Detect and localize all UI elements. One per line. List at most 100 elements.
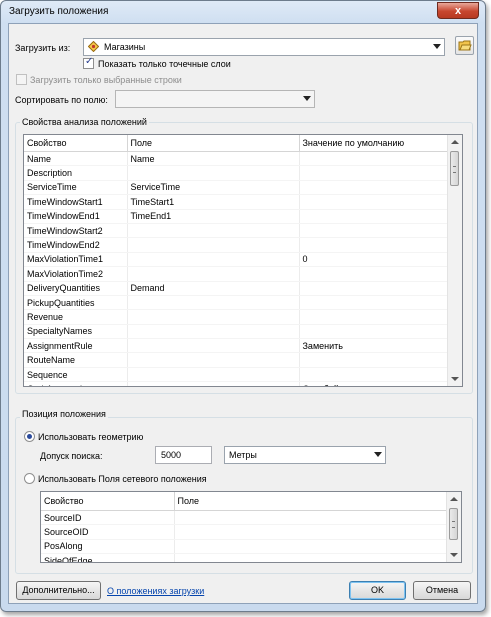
table-row[interactable]: RouteName: [24, 352, 451, 368]
table-row[interactable]: MaxViolationTime1 0: [24, 252, 451, 268]
cell-field[interactable]: [174, 553, 450, 562]
cell-property[interactable]: SideOfEdge: [41, 553, 175, 562]
cell-field[interactable]: [174, 524, 450, 540]
cell-default[interactable]: [299, 367, 451, 383]
table-row[interactable]: TimeWindowStart1 TimeStart1: [24, 194, 451, 210]
table-row[interactable]: MaxViolationTime2: [24, 266, 451, 282]
cell-property[interactable]: PosAlong: [41, 539, 175, 555]
table-row[interactable]: Revenue: [24, 309, 451, 325]
table-row[interactable]: PosAlong: [41, 539, 450, 555]
cell-property[interactable]: Revenue: [24, 309, 128, 325]
title-bar[interactable]: Загрузить положения x: [1, 1, 485, 23]
load-selected-rows-checkbox[interactable]: [16, 74, 27, 85]
scroll-thumb[interactable]: [449, 508, 458, 540]
cell-default[interactable]: [299, 237, 451, 253]
scroll-thumb[interactable]: [450, 151, 459, 186]
cell-property[interactable]: Description: [24, 165, 128, 181]
cell-default[interactable]: [299, 209, 451, 224]
table-row[interactable]: TimeWindowEnd2: [24, 237, 451, 253]
cell-property[interactable]: DeliveryQuantities: [24, 281, 128, 296]
cell-property[interactable]: Name: [24, 151, 128, 167]
table-row[interactable]: TimeWindowStart2: [24, 223, 451, 239]
cell-property[interactable]: SpecialtyNames: [24, 324, 128, 340]
cell-field[interactable]: [127, 367, 300, 383]
cell-default[interactable]: [299, 180, 451, 196]
cell-field[interactable]: Demand: [127, 281, 300, 296]
cell-field[interactable]: [127, 223, 300, 239]
table-row[interactable]: Sequence: [24, 367, 451, 383]
network-column-field[interactable]: Поле: [174, 492, 450, 511]
cell-field[interactable]: [127, 324, 300, 340]
cell-field[interactable]: [127, 338, 300, 354]
ok-button[interactable]: OK: [349, 581, 406, 600]
scroll-down-icon[interactable]: [450, 553, 458, 557]
cell-field[interactable]: [174, 539, 450, 555]
cell-default[interactable]: 0: [299, 252, 451, 268]
table-row[interactable]: SpecialtyNames: [24, 324, 451, 340]
cell-default[interactable]: [299, 266, 451, 282]
chevron-down-icon[interactable]: [303, 96, 311, 101]
sort-by-combobox[interactable]: [115, 90, 315, 108]
network-scrollbar[interactable]: [446, 492, 461, 562]
column-header-property[interactable]: Свойство: [24, 135, 128, 152]
show-point-layers-checkbox[interactable]: [83, 56, 94, 69]
cell-default[interactable]: С любой стороны: [299, 381, 451, 386]
cell-field[interactable]: Name: [127, 151, 300, 167]
search-tolerance-input[interactable]: 5000: [155, 446, 212, 464]
close-button[interactable]: x: [437, 2, 479, 19]
open-layer-button[interactable]: [455, 36, 474, 55]
scroll-down-icon[interactable]: [451, 377, 459, 381]
cell-property[interactable]: ServiceTime: [24, 180, 128, 196]
cell-default[interactable]: [299, 151, 451, 167]
cell-property[interactable]: PickupQuantities: [24, 295, 128, 311]
cell-property[interactable]: TimeWindowEnd2: [24, 237, 128, 253]
about-loading-link[interactable]: О положениях загрузки: [107, 586, 204, 596]
properties-scrollbar[interactable]: [447, 135, 462, 386]
use-network-fields-radio[interactable]: [24, 473, 35, 484]
cell-field[interactable]: [127, 237, 300, 253]
table-row[interactable]: Description: [24, 165, 451, 181]
table-row[interactable]: SourceID: [41, 510, 450, 526]
cell-field[interactable]: ServiceTime: [127, 180, 300, 196]
cell-field[interactable]: [127, 165, 300, 181]
advanced-button[interactable]: Дополнительно...: [16, 581, 101, 600]
cell-property[interactable]: CurbApproach: [24, 381, 128, 386]
cell-property[interactable]: MaxViolationTime1: [24, 252, 128, 268]
cell-default[interactable]: [299, 223, 451, 239]
scroll-up-icon[interactable]: [450, 497, 458, 501]
cell-default[interactable]: [299, 165, 451, 181]
cell-default[interactable]: [299, 309, 451, 325]
cell-property[interactable]: Sequence: [24, 367, 128, 383]
units-combobox[interactable]: Метры: [224, 446, 386, 464]
table-row[interactable]: CurbApproach С любой стороны: [24, 381, 451, 386]
cell-default[interactable]: Заменить: [299, 338, 451, 354]
cell-field[interactable]: [127, 309, 300, 325]
cell-property[interactable]: TimeWindowStart2: [24, 223, 128, 239]
cell-property[interactable]: TimeWindowStart1: [24, 194, 128, 210]
cell-property[interactable]: MaxViolationTime2: [24, 266, 128, 282]
cell-default[interactable]: [299, 281, 451, 296]
column-header-field[interactable]: Поле: [127, 135, 300, 152]
use-geometry-radio[interactable]: [24, 431, 35, 442]
cell-field[interactable]: [127, 381, 300, 386]
table-row[interactable]: PickupQuantities: [24, 295, 451, 311]
properties-grid[interactable]: Свойство Поле Значение по умолчанию Name…: [23, 134, 463, 387]
cell-field[interactable]: [174, 510, 450, 526]
cell-field[interactable]: TimeStart1: [127, 194, 300, 210]
cell-property[interactable]: SourceID: [41, 510, 175, 526]
cell-default[interactable]: [299, 352, 451, 368]
cell-default[interactable]: [299, 324, 451, 340]
scroll-up-icon[interactable]: [451, 140, 459, 144]
cancel-button[interactable]: Отмена: [413, 581, 471, 600]
table-row[interactable]: SideOfEdge: [41, 553, 450, 562]
network-column-property[interactable]: Свойство: [41, 492, 175, 511]
chevron-down-icon[interactable]: [433, 44, 441, 49]
cell-field[interactable]: [127, 352, 300, 368]
cell-default[interactable]: [299, 194, 451, 210]
table-row[interactable]: Name Name: [24, 151, 451, 167]
cell-field[interactable]: TimeEnd1: [127, 209, 300, 224]
cell-property[interactable]: SourceOID: [41, 524, 175, 540]
network-fields-grid[interactable]: Свойство Поле SourceID SourceOID PosAlong S…: [40, 491, 462, 563]
table-row[interactable]: ServiceTime ServiceTime: [24, 180, 451, 196]
table-row[interactable]: DeliveryQuantities Demand: [24, 281, 451, 296]
